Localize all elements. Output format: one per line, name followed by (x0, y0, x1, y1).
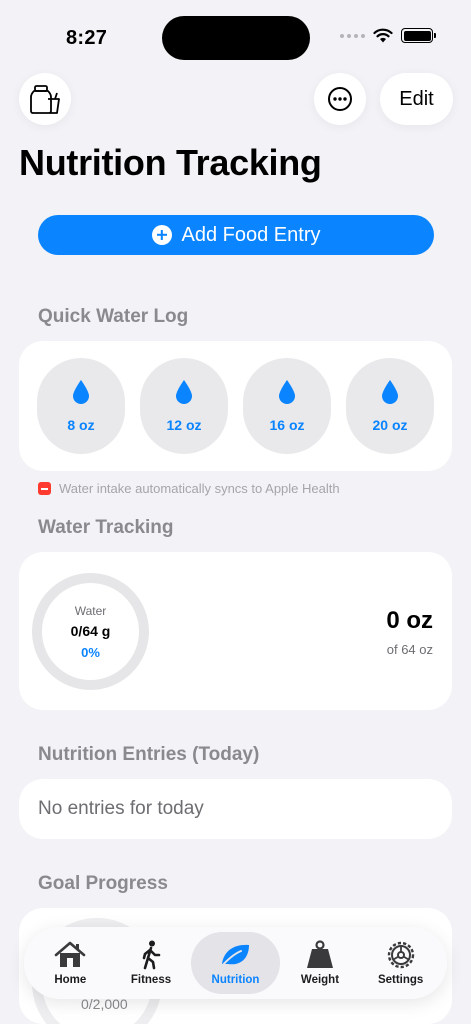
water-20oz-button[interactable]: 20 oz (346, 358, 434, 454)
leaf-icon (220, 944, 250, 968)
water-tracking-header: Water Tracking (38, 517, 174, 538)
goal-progress-header: Goal Progress (38, 873, 168, 894)
ring-value: 0/64 g (70, 622, 111, 639)
house-icon (55, 941, 86, 967)
add-food-entry-button[interactable]: Add Food Entry (38, 215, 434, 255)
water-tracking-card: Water 0/64 g 0% 0 oz of 64 oz (19, 552, 452, 710)
dynamic-island (162, 16, 310, 60)
tab-fitness[interactable]: Fitness (111, 932, 192, 994)
health-badge-icon (38, 482, 51, 495)
tab-label: Nutrition (211, 974, 260, 986)
tab-nutrition[interactable]: Nutrition (191, 932, 280, 994)
scale-weight-icon (306, 940, 333, 968)
tab-bar: Home Fitness Nutrition Weight Settings (24, 927, 447, 999)
quick-water-log-header: Quick Water Log (38, 306, 189, 327)
plus-circle-icon (151, 225, 172, 245)
water-option-label: 12 oz (166, 417, 202, 433)
water-option-label: 16 oz (269, 417, 305, 433)
water-drop-icon (176, 380, 192, 404)
ring-label: Water (74, 603, 107, 618)
water-option-label: 20 oz (372, 417, 408, 433)
water-16oz-button[interactable]: 16 oz (243, 358, 331, 454)
empty-entries-text: No entries for today (38, 798, 204, 819)
wifi-icon (373, 28, 393, 43)
water-amount: 0 oz (386, 607, 433, 634)
tab-label: Weight (300, 974, 340, 986)
water-goal: of 64 oz (386, 642, 433, 657)
tab-label: Fitness (130, 974, 172, 986)
nutrition-entries-header: Nutrition Entries (Today) (38, 744, 260, 765)
water-12oz-button[interactable]: 12 oz (140, 358, 228, 454)
tab-settings[interactable]: Settings (360, 932, 441, 994)
water-option-label: 8 oz (67, 417, 95, 433)
water-drop-icon (382, 380, 398, 404)
more-options-button[interactable] (314, 73, 366, 125)
food-jar-button[interactable] (19, 73, 71, 125)
edit-button[interactable]: Edit (380, 73, 453, 125)
cellular-signal-icon (340, 33, 365, 38)
water-8oz-button[interactable]: 8 oz (37, 358, 125, 454)
page-title: Nutrition Tracking (19, 142, 322, 183)
figure-walk-icon (142, 940, 161, 970)
add-food-entry-label: Add Food Entry (181, 223, 321, 246)
health-sync-note: Water intake automatically syncs to Appl… (38, 481, 340, 496)
status-bar: 8:27 (0, 0, 471, 76)
water-drop-icon (73, 380, 89, 404)
tab-label: Settings (377, 974, 424, 986)
ellipsis-circle-icon (328, 87, 352, 111)
jar-cup-icon (30, 85, 60, 114)
health-sync-text: Water intake automatically syncs to Appl… (59, 481, 340, 496)
water-drop-icon (279, 380, 295, 404)
ring-percent: 0% (81, 644, 100, 660)
status-icons (340, 28, 436, 43)
tab-home[interactable]: Home (30, 932, 111, 994)
status-time: 8:27 (66, 27, 108, 49)
tab-label: Home (54, 974, 87, 986)
battery-icon (401, 28, 436, 43)
gear-icon (387, 941, 414, 969)
entries-empty-card: No entries for today (19, 779, 452, 839)
water-progress-ring: Water 0/64 g 0% (32, 573, 149, 690)
tab-weight[interactable]: Weight (280, 932, 361, 994)
quick-water-card: 8 oz 12 oz 16 oz 20 oz (19, 341, 452, 471)
